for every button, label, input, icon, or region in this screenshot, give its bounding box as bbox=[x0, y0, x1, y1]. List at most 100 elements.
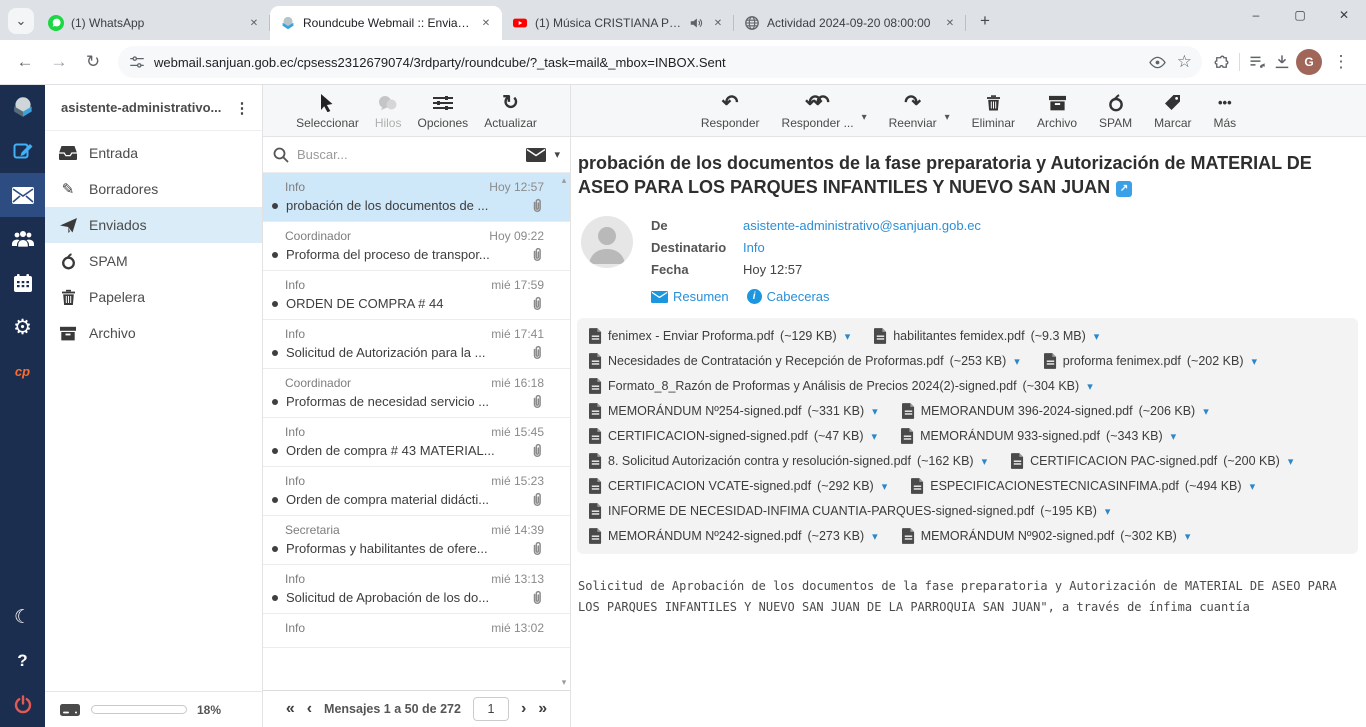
attachment-item[interactable]: ESPECIFICACIONESTECNICASINFIMA.pdf (~494… bbox=[911, 478, 1255, 494]
reload-button[interactable]: ↻ bbox=[78, 47, 108, 77]
attachment-menu-caret-icon[interactable]: ▾ bbox=[1105, 505, 1111, 518]
browser-tab[interactable]: (1) Música CRISTIANA Para ✕ bbox=[502, 6, 734, 40]
list-scrollbar[interactable]: ▴ ▾ bbox=[558, 173, 570, 690]
compose-button[interactable] bbox=[0, 129, 45, 173]
mail-nav-icon[interactable] bbox=[0, 173, 45, 217]
url-text[interactable]: webmail.sanjuan.gob.ec/cpsess2312679074/… bbox=[154, 55, 1140, 70]
refresh-button[interactable]: ↻ Actualizar bbox=[484, 92, 537, 130]
attachment-item[interactable]: MEMORÁNDUM Nº254-signed.pdf (~331 KB) ▾ bbox=[589, 403, 878, 419]
folder-item[interactable]: ✎ Borradores bbox=[45, 171, 262, 207]
search-scope-mail-icon[interactable] bbox=[526, 148, 546, 162]
search-scope-caret-icon[interactable]: ▾ bbox=[554, 148, 560, 161]
tab-close-icon[interactable]: ✕ bbox=[246, 15, 262, 31]
prev-page-button[interactable]: ‹ bbox=[307, 700, 312, 718]
last-page-button[interactable]: » bbox=[538, 700, 547, 718]
attachment-item[interactable]: INFORME DE NECESIDAD-INFIMA CUANTIA-PARQ… bbox=[589, 503, 1110, 519]
message-list-item[interactable]: Info mié 13:02 bbox=[263, 614, 570, 648]
attachment-menu-caret-icon[interactable]: ▾ bbox=[882, 480, 888, 493]
attachment-item[interactable]: 8. Solicitud Autorización contra y resol… bbox=[589, 453, 987, 469]
reply-all-caret-icon[interactable]: ▾ bbox=[862, 112, 867, 123]
attachment-menu-caret-icon[interactable]: ▾ bbox=[872, 430, 878, 443]
reply-all-button[interactable]: ↶↶Responder ... bbox=[782, 92, 854, 130]
tab-close-icon[interactable]: ✕ bbox=[710, 15, 726, 31]
attachment-menu-caret-icon[interactable]: ▾ bbox=[982, 455, 988, 468]
forward-button[interactable]: ↷Reenviar bbox=[889, 92, 937, 130]
help-icon[interactable]: ? bbox=[0, 639, 45, 683]
first-page-button[interactable]: « bbox=[286, 700, 295, 718]
threads-button[interactable]: Hilos bbox=[375, 92, 402, 130]
browser-tab[interactable]: (1) WhatsApp ✕ bbox=[38, 6, 270, 40]
message-list-item[interactable]: Info mié 17:59 ORDEN DE COMPRA # 44 bbox=[263, 271, 570, 320]
download-icon[interactable] bbox=[1272, 52, 1292, 72]
site-info-icon[interactable] bbox=[128, 53, 146, 71]
attachment-item[interactable]: habilitantes femidex.pdf (~9.3 MB) ▾ bbox=[874, 328, 1099, 344]
attachment-item[interactable]: Formato_8_Razón de Proformas y Análisis … bbox=[589, 378, 1093, 394]
folder-item[interactable]: Enviados bbox=[45, 207, 262, 243]
minimize-button[interactable]: – bbox=[1234, 0, 1278, 30]
omnibox[interactable]: webmail.sanjuan.gob.ec/cpsess2312679074/… bbox=[118, 46, 1202, 78]
settings-gear-icon[interactable]: ⚙ bbox=[0, 305, 45, 349]
roundcube-logo[interactable] bbox=[0, 85, 45, 129]
logout-power-icon[interactable] bbox=[0, 683, 45, 727]
tab-close-icon[interactable]: ✕ bbox=[478, 15, 494, 31]
from-address[interactable]: asistente-administrativo@sanjuan.gob.ec bbox=[743, 216, 981, 236]
attachment-item[interactable]: MEMORÁNDUM Nº902-signed.pdf (~302 KB) ▾ bbox=[902, 528, 1191, 544]
search-input[interactable] bbox=[297, 147, 518, 162]
attachment-item[interactable]: CERTIFICACION VCATE-signed.pdf (~292 KB)… bbox=[589, 478, 887, 494]
attachment-menu-caret-icon[interactable]: ▾ bbox=[1094, 330, 1100, 343]
spam-button[interactable]: SPAM bbox=[1099, 92, 1132, 130]
message-list-item[interactable]: Info mié 15:23 Orden de compra material … bbox=[263, 467, 570, 516]
attachment-item[interactable]: MEMORÁNDUM 933-signed.pdf (~343 KB) ▾ bbox=[901, 428, 1176, 444]
profile-avatar[interactable]: G bbox=[1296, 49, 1322, 75]
select-button[interactable]: Seleccionar bbox=[296, 92, 359, 130]
tab-search-button[interactable]: ⌄ bbox=[8, 8, 34, 34]
cpanel-icon[interactable]: cp bbox=[0, 349, 45, 393]
maximize-button[interactable]: ▢ bbox=[1278, 0, 1322, 30]
page-number-input[interactable] bbox=[473, 697, 509, 721]
to-address[interactable]: Info bbox=[743, 238, 765, 258]
dark-mode-moon-icon[interactable]: ☾ bbox=[0, 595, 45, 639]
open-in-new-icon[interactable]: ↗ bbox=[1116, 181, 1132, 197]
attachment-menu-caret-icon[interactable]: ▾ bbox=[845, 330, 851, 343]
browser-tab[interactable]: Actividad 2024-09-20 08:00:00 ✕ bbox=[734, 6, 966, 40]
summary-link[interactable]: Resumen bbox=[651, 289, 729, 304]
forward-caret-icon[interactable]: ▾ bbox=[945, 112, 950, 123]
attachment-menu-caret-icon[interactable]: ▾ bbox=[872, 405, 878, 418]
folder-item[interactable]: Archivo bbox=[45, 315, 262, 351]
contacts-nav-icon[interactable] bbox=[0, 217, 45, 261]
attachment-item[interactable]: fenimex - Enviar Proforma.pdf (~129 KB) … bbox=[589, 328, 850, 344]
message-list-item[interactable]: Coordinador Hoy 09:22 Proforma del proce… bbox=[263, 222, 570, 271]
mark-tag-button[interactable]: Marcar bbox=[1154, 92, 1191, 130]
close-window-button[interactable]: ✕ bbox=[1322, 0, 1366, 30]
message-list-item[interactable]: Coordinador mié 16:18 Proformas de neces… bbox=[263, 369, 570, 418]
attachment-item[interactable]: Necesidades de Contratación y Recepción … bbox=[589, 353, 1020, 369]
archive-button[interactable]: Archivo bbox=[1037, 92, 1077, 130]
message-list-item[interactable]: Info mié 17:41 Solicitud de Autorización… bbox=[263, 320, 570, 369]
message-list-item[interactable]: Info mié 15:45 Orden de compra # 43 MATE… bbox=[263, 418, 570, 467]
message-list-item[interactable]: Info Hoy 12:57 probación de los document… bbox=[263, 173, 570, 222]
back-button[interactable]: ← bbox=[10, 47, 40, 77]
next-page-button[interactable]: › bbox=[521, 700, 526, 718]
folder-item[interactable]: SPAM bbox=[45, 243, 262, 279]
reply-button[interactable]: ↶Responder bbox=[701, 92, 760, 130]
tab-close-icon[interactable]: ✕ bbox=[942, 15, 958, 31]
attachment-menu-caret-icon[interactable]: ▾ bbox=[1185, 530, 1191, 543]
delete-button[interactable]: Eliminar bbox=[972, 92, 1015, 130]
attachment-item[interactable]: MEMORÁNDUM Nº242-signed.pdf (~273 KB) ▾ bbox=[589, 528, 878, 544]
bookmark-star-icon[interactable]: ☆ bbox=[1177, 52, 1192, 72]
attachment-item[interactable]: MEMORANDUM 396-2024-signed.pdf (~206 KB)… bbox=[902, 403, 1209, 419]
folder-item[interactable]: Papelera bbox=[45, 279, 262, 315]
folder-item[interactable]: Entrada bbox=[45, 135, 262, 171]
attachment-menu-caret-icon[interactable]: ▾ bbox=[1250, 480, 1256, 493]
forward-button[interactable]: → bbox=[44, 47, 74, 77]
message-list-item[interactable]: Secretaria mié 14:39 Proformas y habilit… bbox=[263, 516, 570, 565]
attachment-menu-caret-icon[interactable]: ▾ bbox=[1288, 455, 1294, 468]
attachment-menu-caret-icon[interactable]: ▾ bbox=[872, 530, 878, 543]
attachment-item[interactable]: CERTIFICACION PAC-signed.pdf (~200 KB) ▾ bbox=[1011, 453, 1293, 469]
account-menu-kebab-icon[interactable]: ⋮ bbox=[230, 99, 254, 117]
eye-icon[interactable] bbox=[1148, 53, 1167, 72]
scroll-down-icon[interactable]: ▾ bbox=[562, 677, 567, 688]
attachment-menu-caret-icon[interactable]: ▾ bbox=[1014, 355, 1020, 368]
browser-menu-kebab-icon[interactable]: ⋮ bbox=[1326, 47, 1356, 77]
browser-tab[interactable]: Roundcube Webmail :: Enviado: ✕ bbox=[270, 6, 502, 40]
